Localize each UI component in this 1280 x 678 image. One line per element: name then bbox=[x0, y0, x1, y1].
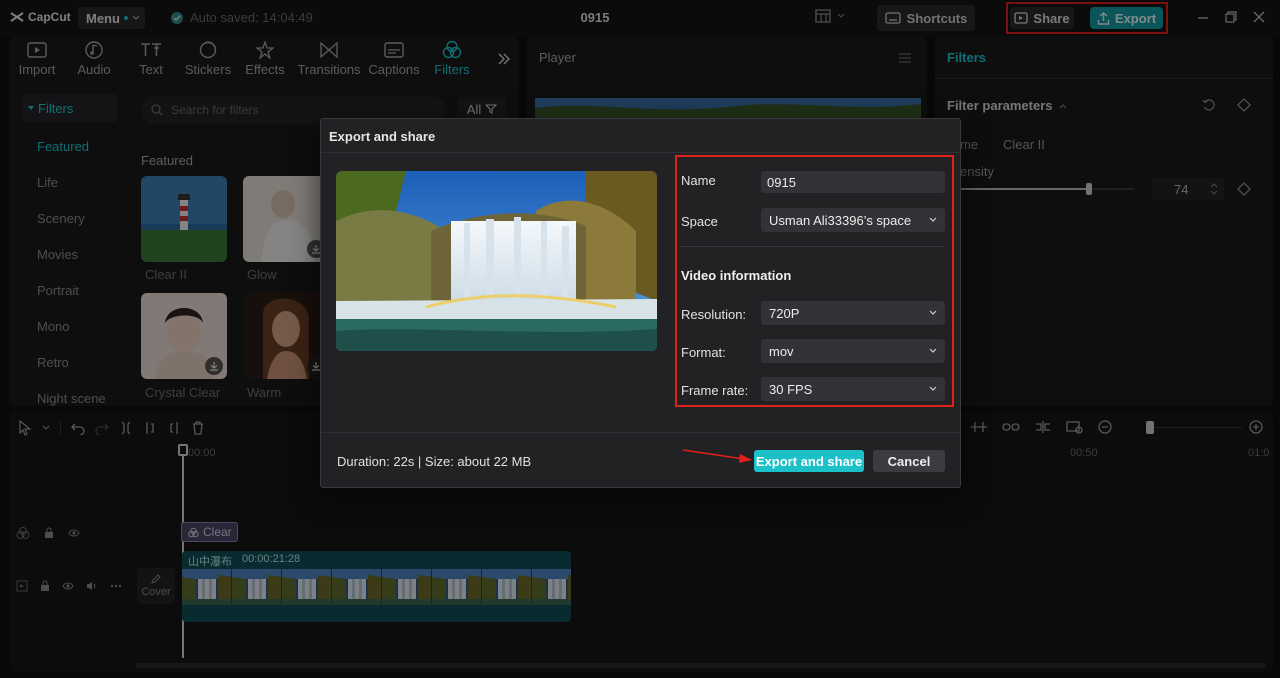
framerate-value: 30 FPS bbox=[769, 381, 813, 397]
dialog-header-divider bbox=[321, 152, 960, 153]
format-select[interactable]: mov bbox=[761, 339, 945, 363]
space-select[interactable]: Usman Ali33396’s space bbox=[761, 208, 945, 232]
resolution-value: 720P bbox=[769, 305, 800, 321]
dialog-footer-divider bbox=[321, 432, 960, 433]
duration-size-info: Duration: 22s | Size: about 22 MB bbox=[337, 454, 532, 469]
resolution-select[interactable]: 720P bbox=[761, 301, 945, 325]
name-label: Name bbox=[681, 173, 716, 188]
export-preview-thumbnail bbox=[336, 171, 657, 351]
waterfall-preview-image bbox=[336, 171, 657, 351]
video-information-heading: Video information bbox=[681, 268, 792, 283]
format-label: Format: bbox=[681, 345, 726, 360]
space-value: Usman Ali33396’s space bbox=[769, 212, 912, 228]
dialog-title: Export and share bbox=[329, 129, 436, 144]
chevron-down-icon bbox=[929, 310, 937, 315]
chevron-down-icon bbox=[929, 348, 937, 353]
framerate-label: Frame rate: bbox=[681, 383, 749, 398]
name-input[interactable]: 0915 bbox=[761, 171, 945, 193]
cancel-button[interactable]: Cancel bbox=[873, 450, 945, 472]
framerate-select[interactable]: 30 FPS bbox=[761, 377, 945, 401]
format-value: mov bbox=[769, 343, 794, 359]
form-divider bbox=[681, 246, 945, 247]
space-label: Space bbox=[681, 214, 718, 229]
export-and-share-button[interactable]: Export and share bbox=[754, 450, 864, 472]
resolution-label: Resolution: bbox=[681, 307, 747, 322]
chevron-down-icon bbox=[929, 217, 937, 222]
arrow-annotation bbox=[682, 447, 754, 463]
chevron-down-icon bbox=[929, 386, 937, 391]
